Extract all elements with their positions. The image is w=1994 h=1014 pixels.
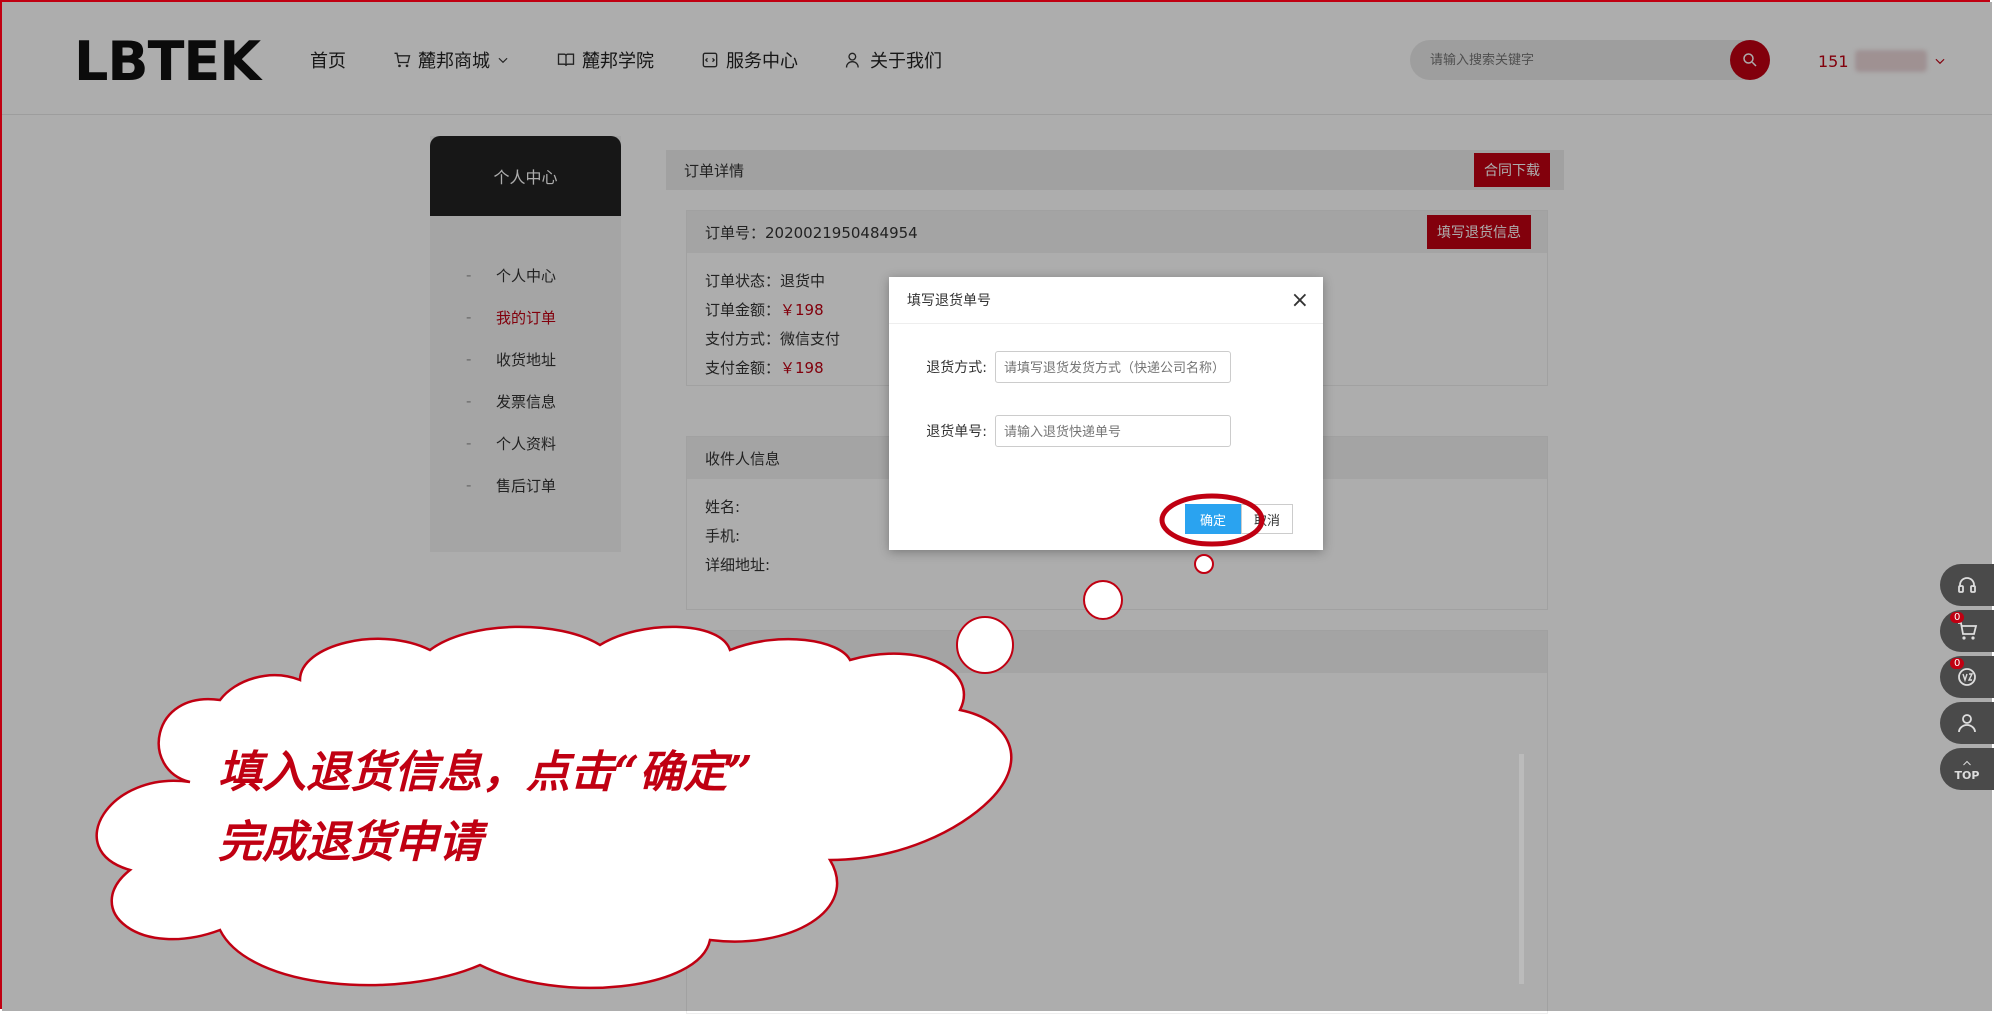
annotation-layer: 填入退货信息，点击“确定” 完成退货申请: [95, 493, 1265, 990]
cloud-bubble: [95, 625, 1013, 990]
thought-dot-1: [1194, 554, 1214, 574]
highlight-ellipse: [1159, 493, 1265, 547]
annotation-line-1: 填入退货信息，点击“确定”: [218, 747, 753, 798]
thought-dot-2: [1083, 580, 1123, 620]
annotation-line-2: 完成退货申请: [218, 817, 489, 868]
thought-dot-3: [956, 616, 1014, 674]
